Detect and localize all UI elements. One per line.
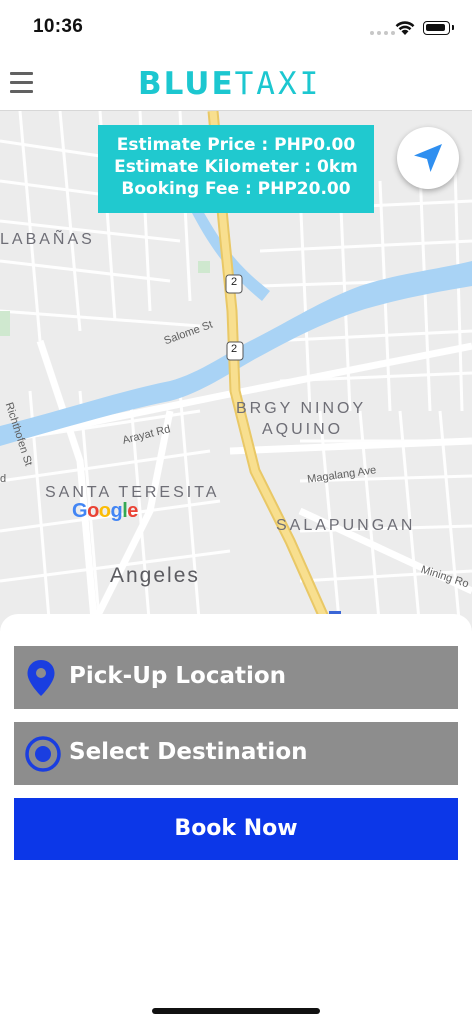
destination-field[interactable]: Select Destination: [14, 722, 458, 785]
location-pin-icon: [27, 660, 55, 696]
app-header: BLUETAXI: [0, 58, 472, 111]
wifi-icon: [395, 21, 415, 35]
app-logo: BLUETAXI: [138, 66, 321, 102]
area-label-brgy-line1: BRGY NINOY: [236, 400, 367, 417]
book-now-button[interactable]: Book Now: [14, 798, 458, 860]
pickup-location-field[interactable]: Pick-Up Location: [14, 646, 458, 709]
status-time: 10:36: [33, 16, 84, 37]
area-label-brgy-line2: AQUINO: [262, 421, 344, 438]
destination-target-icon: [25, 736, 61, 772]
pickup-label: Pick-Up Location: [69, 663, 287, 689]
logo-text-taxi: TAXI: [234, 66, 322, 102]
booking-panel: Pick-Up Location Select Destination Book…: [0, 614, 472, 1024]
route-shield-number: 2: [231, 276, 238, 288]
area-label-labanas: LABAÑAS: [0, 231, 95, 248]
city-label-angeles: Angeles: [110, 564, 200, 587]
current-location-button[interactable]: [397, 127, 459, 189]
estimate-kilometer: Estimate Kilometer : 0km: [114, 157, 358, 177]
status-bar: 10:36: [0, 0, 472, 58]
navigation-arrow-icon: [414, 144, 442, 172]
booking-fee: Booking Fee : PHP20.00: [121, 179, 351, 199]
street-label-fragment: d: [0, 473, 7, 485]
map-view[interactable]: 2 2 LABAÑAS Salome St Richthofen St Aray…: [0, 111, 472, 631]
hamburger-menu-icon[interactable]: [10, 72, 33, 94]
cellular-signal-icon: [370, 31, 395, 35]
estimate-price: Estimate Price : PHP0.00: [116, 135, 356, 155]
logo-text-blue: BLUE: [138, 66, 235, 102]
route-shield-number: 2: [231, 343, 238, 355]
battery-icon: [423, 21, 454, 35]
home-indicator[interactable]: [152, 1008, 320, 1014]
estimate-info-box: Estimate Price : PHP0.00 Estimate Kilome…: [98, 125, 374, 213]
area-label-salapungan: SALAPUNGAN: [276, 517, 416, 534]
google-attribution-logo: Google: [72, 500, 138, 522]
destination-label: Select Destination: [69, 739, 308, 765]
